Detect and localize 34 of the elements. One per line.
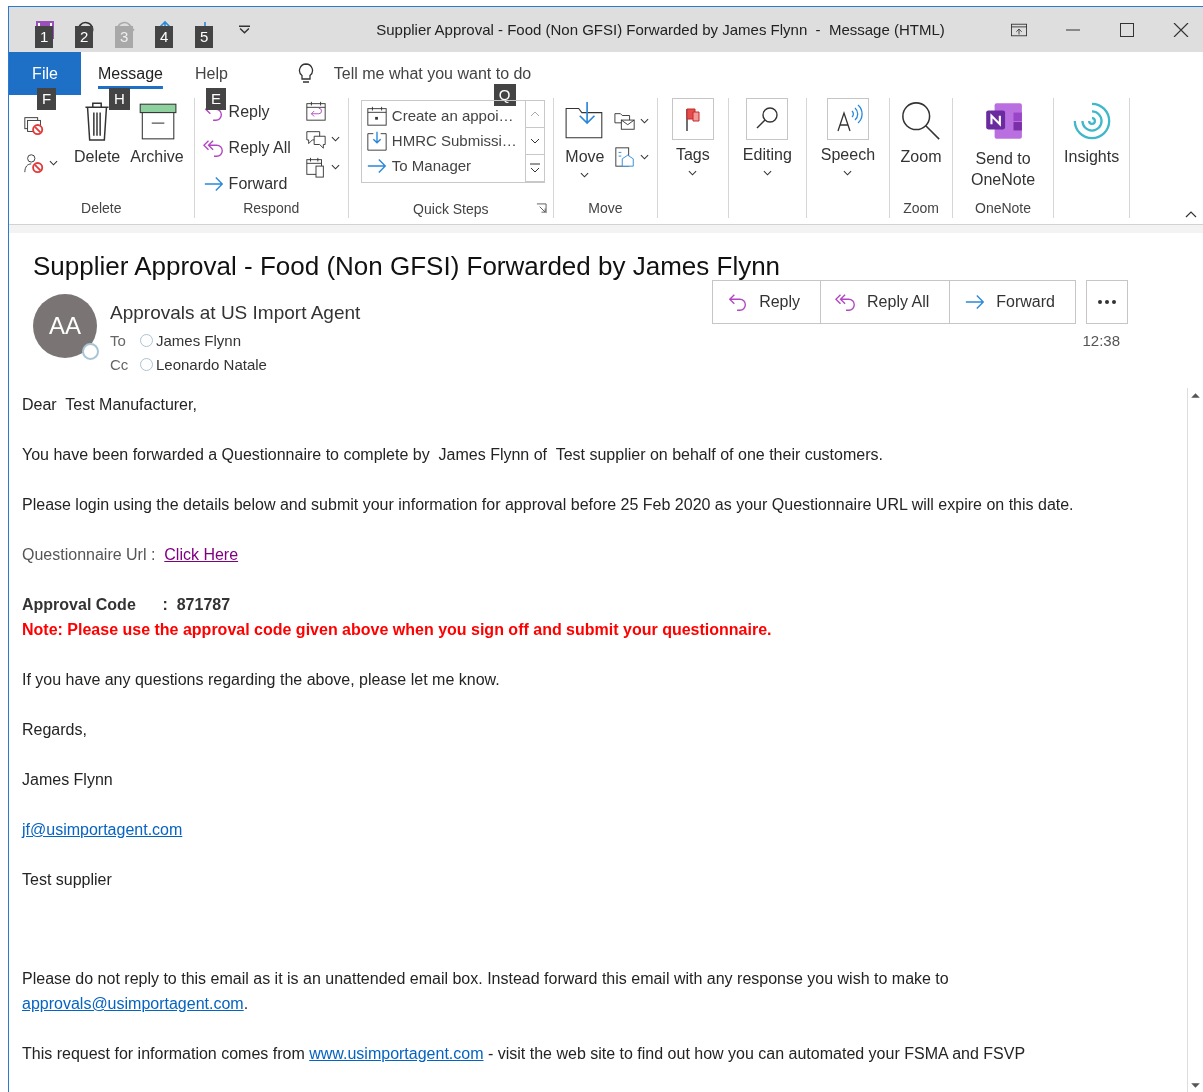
- keytip: H: [109, 88, 130, 110]
- group-label: Zoom: [902, 200, 940, 218]
- body-paragraph: Note: Please use the approval code given above when you sign off and submit your questionnaire.: [22, 620, 773, 640]
- group-label: OneNote: [974, 200, 1033, 218]
- group-label: Delete: [80, 200, 123, 218]
- message-subject: Supplier Approval - Food (Non GFSI) Forwarded by James Flynn: [33, 251, 782, 282]
- body-paragraph: James Flynn: [22, 770, 114, 790]
- group-label: Respond: [242, 200, 301, 218]
- group-label: Move: [587, 200, 624, 218]
- keytip-tooltip: 1: [35, 25, 54, 48]
- message-time: 12:38: [1082, 332, 1120, 349]
- keytip-tooltip: 4: [155, 25, 174, 48]
- body-paragraph: You have been forwarded a Questionnaire to complete by James Flynn of Test supplier on behalf of one their customers.: [22, 445, 884, 465]
- group-label: Quick Steps: [413, 201, 489, 217]
- keytip: F: [37, 88, 57, 110]
- window-title: Supplier Approval - Food (Non GFSI) Forwarded by James Flynn - Message (HTML): [375, 21, 946, 38]
- keytip-tooltip: 3: [115, 25, 134, 48]
- body-paragraph: Please login using the details below and submit your information for approval before 25 Feb 2020 as your Questionnaire URL will expire on this date.: [22, 495, 1075, 515]
- recipient-label: To: [110, 331, 127, 349]
- keytip-tooltip: 2: [75, 25, 94, 48]
- body-paragraph: Please do not reply to this email as it is an unattended email box. Instead forward this email with any response you wish to make to approvals@usimportagent.com.: [22, 969, 950, 1014]
- body-paragraph: Approval Code : 871787: [22, 595, 232, 615]
- recipient-label: Cc: [110, 355, 130, 373]
- keytip: Q: [493, 84, 516, 106]
- body-paragraph: Questionnaire Url : Click Here: [22, 545, 240, 565]
- body-paragraph: Dear Test Manufacturer,: [22, 395, 198, 415]
- body-paragraph: Regards,: [22, 720, 88, 740]
- keytip: E: [205, 88, 226, 110]
- body-paragraph: If you have any questions regarding the above, please let me know.: [22, 670, 501, 690]
- keytip-tooltip: 5: [195, 25, 214, 48]
- avatar: AA: [33, 294, 97, 358]
- sender-name: Approvals at US Import Agent: [110, 302, 361, 324]
- body-paragraph: This request for information comes from www.usimportagent.com - visit the web site to find out how you can automated your FSMA and FSVP: [22, 1044, 1027, 1064]
- body-paragraph: Test supplier: [22, 870, 113, 890]
